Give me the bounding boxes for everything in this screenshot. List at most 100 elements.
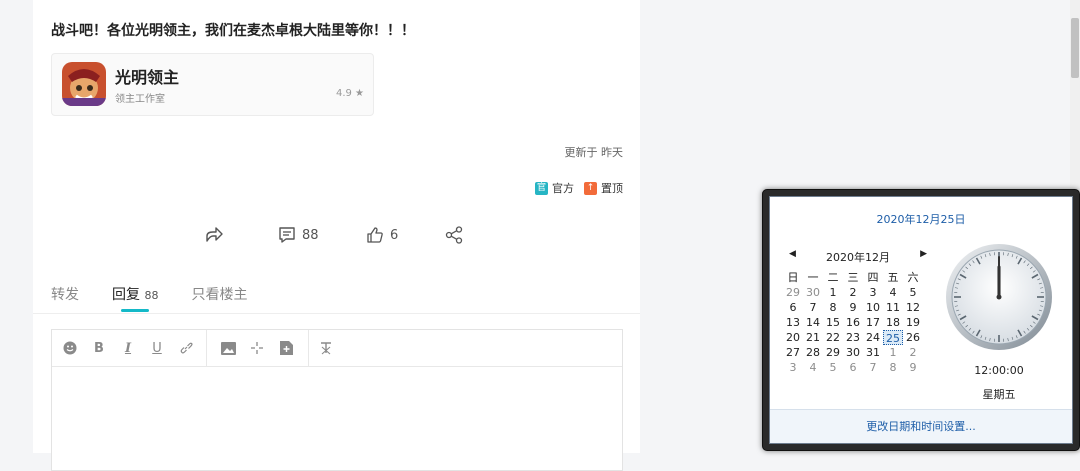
- calendar-day[interactable]: 26: [903, 330, 923, 345]
- toolbar-separator: [308, 330, 309, 366]
- calendar-day[interactable]: 4: [883, 285, 903, 300]
- calendar-day[interactable]: 7: [803, 300, 823, 315]
- calendar-day[interactable]: 7: [863, 360, 883, 375]
- share-icon: [445, 226, 463, 244]
- calendar-day[interactable]: 1: [883, 345, 903, 360]
- calendar-day[interactable]: 11: [883, 300, 903, 315]
- comment-button[interactable]: 88: [278, 224, 319, 246]
- post-badges: 官 官方 ↑ 置顶: [535, 180, 623, 196]
- month-label[interactable]: 2020年12月: [826, 251, 890, 264]
- calendar-day[interactable]: 16: [843, 315, 863, 330]
- calendar-day[interactable]: 20: [783, 330, 803, 345]
- calendar-day[interactable]: 25: [883, 330, 903, 345]
- calendar-day[interactable]: 21: [803, 330, 823, 345]
- calendar-day[interactable]: 27: [783, 345, 803, 360]
- calendar-day[interactable]: 14: [803, 315, 823, 330]
- calendar-flyout-body: 2020年12月25日 ◀ 2020年12月 ▶ 日一二三四五六29301234…: [769, 196, 1073, 444]
- move-icon[interactable]: [247, 338, 267, 358]
- link-icon[interactable]: [176, 338, 196, 358]
- calendar-day[interactable]: 2: [903, 345, 923, 360]
- calendar-day[interactable]: 30: [843, 345, 863, 360]
- pinned-label: 置顶: [601, 180, 623, 196]
- calendar-day[interactable]: 22: [823, 330, 843, 345]
- calendar-day[interactable]: 23: [843, 330, 863, 345]
- change-datetime-settings-link[interactable]: 更改日期和时间设置...: [770, 409, 1072, 444]
- post-panel: 战斗吧！各位光明领主，我们在麦杰卓根大陆里等你！！！ 光明领主 领主工作室 4.…: [33, 0, 640, 453]
- tab-replies-count: 88: [144, 289, 158, 302]
- prev-month-icon[interactable]: ◀: [789, 249, 796, 259]
- attachment-icon[interactable]: [276, 338, 296, 358]
- share-forward-button[interactable]: [204, 224, 224, 246]
- weekday-header: 五: [883, 270, 903, 285]
- weekday-header: 四: [863, 270, 883, 285]
- share-button[interactable]: [445, 224, 463, 246]
- calendar-day[interactable]: 1: [823, 285, 843, 300]
- official-icon: 官: [535, 182, 548, 195]
- calendar-day[interactable]: 30: [803, 285, 823, 300]
- weekday-header: 二: [823, 270, 843, 285]
- calendar-day[interactable]: 2: [843, 285, 863, 300]
- app-name: 光明领主: [115, 64, 179, 88]
- italic-icon[interactable]: I: [118, 338, 138, 358]
- next-month-icon[interactable]: ▶: [920, 249, 927, 259]
- calendar-day[interactable]: 12: [903, 300, 923, 315]
- analog-clock: [945, 243, 1053, 351]
- clear-format-icon[interactable]: [316, 338, 336, 358]
- calendar-day[interactable]: 15: [823, 315, 843, 330]
- bold-icon[interactable]: B: [89, 338, 109, 358]
- like-button[interactable]: 6: [366, 224, 398, 246]
- comment-icon: [278, 226, 296, 244]
- scrollbar-thumb[interactable]: [1071, 18, 1079, 78]
- calendar-day[interactable]: 29: [783, 285, 803, 300]
- current-date-link[interactable]: 2020年12月25日: [770, 211, 1072, 227]
- weekday-header: 日: [783, 270, 803, 285]
- calendar-header: ◀ 2020年12月 ▶: [783, 249, 933, 265]
- tab-replies-label: 回复: [112, 287, 140, 303]
- calendar-day[interactable]: 29: [823, 345, 843, 360]
- calendar-day[interactable]: 4: [803, 360, 823, 375]
- weekday-header: 一: [803, 270, 823, 285]
- tab-replies[interactable]: 回复 88: [112, 284, 158, 304]
- image-icon[interactable]: [218, 338, 238, 358]
- app-icon: [62, 62, 106, 106]
- calendar-day[interactable]: 10: [863, 300, 883, 315]
- calendar-day[interactable]: 5: [903, 285, 923, 300]
- calendar-day[interactable]: 9: [843, 300, 863, 315]
- editor-toolbar: B I U: [52, 330, 622, 367]
- calendar-day[interactable]: 6: [843, 360, 863, 375]
- app-card[interactable]: 光明领主 领主工作室 4.9 ★: [51, 53, 374, 116]
- divider: [33, 313, 640, 314]
- calendar-day[interactable]: 9: [903, 360, 923, 375]
- forward-icon: [204, 226, 224, 244]
- calendar-day[interactable]: 3: [783, 360, 803, 375]
- calendar-day[interactable]: 31: [863, 345, 883, 360]
- calendar-day[interactable]: 13: [783, 315, 803, 330]
- pinned-badge: ↑ 置顶: [584, 180, 623, 196]
- calendar-day[interactable]: 3: [863, 285, 883, 300]
- reply-tabs: 转发 回复 88 只看楼主: [51, 284, 280, 304]
- clock-weekday: 星期五: [945, 386, 1053, 402]
- calendar-day[interactable]: 28: [803, 345, 823, 360]
- calendar-day[interactable]: 17: [863, 315, 883, 330]
- clock-time: 12:00:00: [945, 364, 1053, 377]
- emoji-icon[interactable]: [60, 338, 80, 358]
- active-tab-indicator: [121, 309, 149, 312]
- official-label: 官方: [552, 180, 574, 196]
- underline-icon[interactable]: U: [147, 338, 167, 358]
- calendar-day[interactable]: 5: [823, 360, 843, 375]
- official-badge: 官 官方: [535, 180, 574, 196]
- calendar-day[interactable]: 6: [783, 300, 803, 315]
- calendar-day[interactable]: 8: [883, 360, 903, 375]
- calendar-day[interactable]: 8: [823, 300, 843, 315]
- weekday-header: 三: [843, 270, 863, 285]
- toolbar-separator: [206, 330, 207, 366]
- tab-forward[interactable]: 转发: [51, 284, 79, 304]
- month-calendar: ◀ 2020年12月 ▶ 日一二三四五六29301234567891011121…: [783, 249, 933, 375]
- calendar-grid: 日一二三四五六293012345678910111213141516171819…: [783, 270, 933, 375]
- pinned-icon: ↑: [584, 182, 597, 195]
- calendar-day[interactable]: 24: [863, 330, 883, 345]
- reply-editor[interactable]: B I U: [51, 329, 623, 471]
- calendar-day[interactable]: 19: [903, 315, 923, 330]
- tab-author-only[interactable]: 只看楼主: [191, 284, 247, 304]
- calendar-day[interactable]: 18: [883, 315, 903, 330]
